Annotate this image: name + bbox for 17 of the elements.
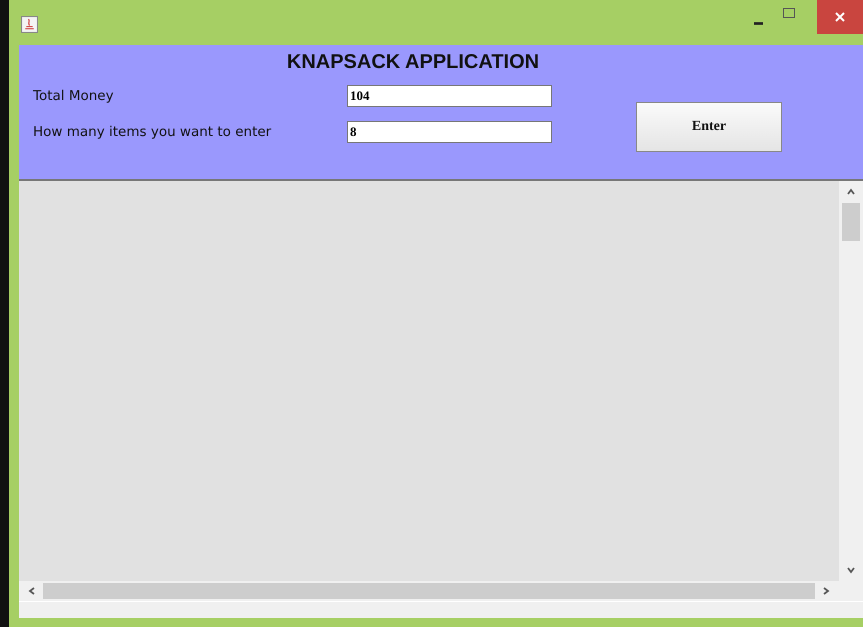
- scroll-up-icon[interactable]: [846, 187, 856, 197]
- scroll-left-icon[interactable]: [27, 586, 37, 596]
- field-label: How many items you want to enter: [33, 124, 272, 140]
- enter-button[interactable]: Enter: [636, 102, 782, 152]
- app-icon: [21, 16, 38, 33]
- close-icon: [835, 12, 845, 22]
- vertical-scrollbar[interactable]: [839, 181, 863, 581]
- input-field[interactable]: 8: [347, 121, 552, 143]
- scroll-right-icon[interactable]: [821, 586, 831, 596]
- scroll-down-icon[interactable]: [846, 565, 856, 575]
- scroll-thumb[interactable]: [43, 583, 815, 599]
- maximize-icon[interactable]: [783, 8, 795, 18]
- scroll-thumb[interactable]: [842, 203, 860, 241]
- field-label: Total Money: [33, 88, 115, 104]
- app-title: KNAPSACK APPLICATION: [286, 51, 540, 74]
- close-button[interactable]: [817, 0, 863, 34]
- input-field[interactable]: 104: [347, 85, 552, 107]
